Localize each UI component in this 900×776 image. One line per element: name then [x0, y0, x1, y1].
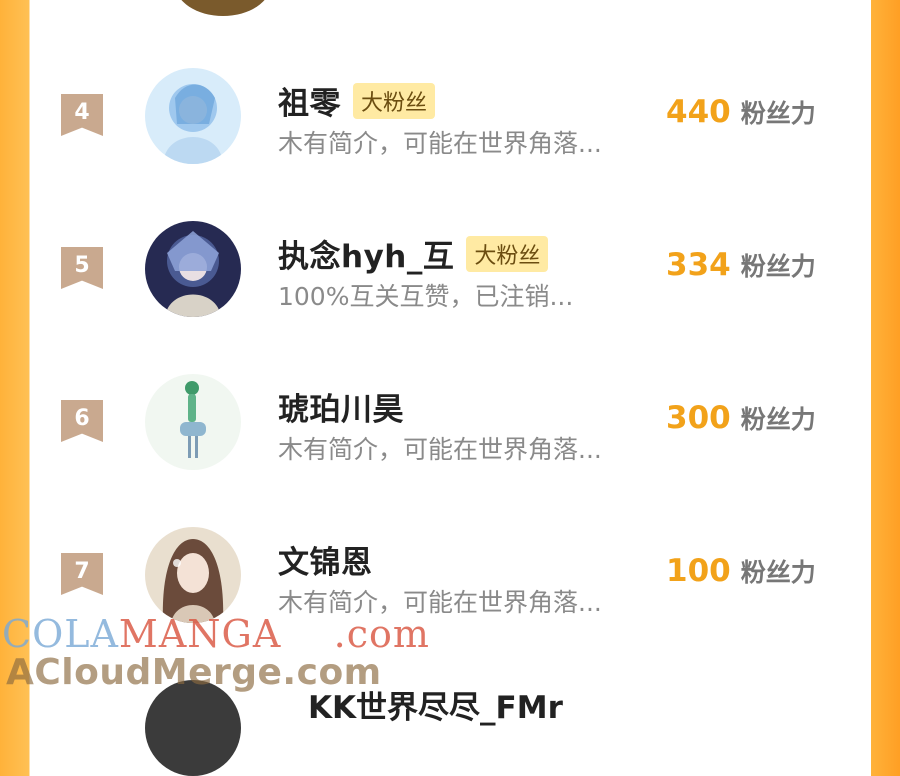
user-name[interactable]: 琥珀川昊	[278, 384, 404, 429]
user-name[interactable]: 文锦恩	[278, 537, 373, 582]
user-name[interactable]: 执念hyh_互	[278, 231, 454, 276]
fan-power-value: 300	[666, 400, 731, 436]
rank-row[interactable]: 4 祖零 大粉丝 木有简介，可能在世界角落... 440 粉丝力	[30, 66, 871, 216]
avatar[interactable]	[145, 374, 241, 470]
fan-level-badge: 大粉丝	[466, 235, 549, 272]
rank-badge: 6	[61, 400, 103, 442]
watermark-colamanga: COLAMANGA .com	[2, 612, 430, 656]
fan-power-unit: 粉丝力	[740, 405, 816, 434]
ranking-panel: 4 祖零 大粉丝 木有简介，可能在世界角落... 440 粉丝力 5 执念hyh…	[30, 0, 871, 776]
fan-power-unit: 粉丝力	[740, 558, 816, 587]
rank-badge: 7	[61, 553, 103, 595]
fan-power-value: 440	[666, 94, 731, 130]
avatar-partial-top	[175, 0, 271, 16]
fan-power-value: 334	[666, 247, 731, 283]
rank-row[interactable]: 6 琥珀川昊 木有简介，可能在世界角落... 300 粉丝力	[30, 372, 871, 522]
fan-power-value: 100	[666, 553, 731, 589]
watermark-acloudmerge: ACloudMerge.com	[6, 652, 382, 693]
fan-power-unit: 粉丝力	[740, 99, 816, 128]
fan-power-unit: 粉丝力	[740, 252, 816, 281]
avatar[interactable]	[145, 527, 241, 623]
user-bio: 100%互关互赞，已注销...	[278, 282, 574, 311]
fan-level-badge: 大粉丝	[353, 82, 436, 119]
avatar[interactable]	[145, 68, 241, 164]
rank-badge: 5	[61, 247, 103, 289]
user-bio: 木有简介，可能在世界角落...	[278, 129, 602, 158]
rank-row[interactable]: 5 执念hyh_互 大粉丝 100%互关互赞，已注销... 334 粉丝力	[30, 219, 871, 369]
avatar-partial-bottom	[145, 680, 241, 776]
user-bio: 木有简介，可能在世界角落...	[278, 435, 602, 464]
user-name[interactable]: 祖零	[278, 78, 341, 123]
avatar[interactable]	[145, 221, 241, 317]
rank-badge: 4	[61, 94, 103, 136]
